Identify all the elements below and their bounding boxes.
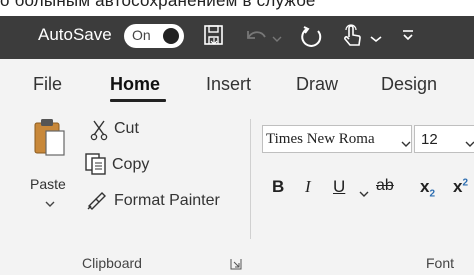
tab-file[interactable]: File [33,74,62,95]
undo-dropdown-icon[interactable] [272,30,282,48]
superscript-button[interactable]: x2 [453,177,468,197]
tab-draw[interactable]: Draw [296,74,338,95]
copy-button[interactable]: Copy [84,152,164,178]
copy-label: Copy [112,156,150,173]
redo-icon[interactable] [298,23,326,56]
title-bar: AutoSave On [0,16,474,59]
tab-home-underline [110,99,166,102]
save-icon[interactable] [202,23,226,54]
ribbon: Paste Cut Copy Format Painter Clipboard … [0,109,474,271]
font-size-dropdown-icon[interactable] [465,135,474,153]
autosave-toggle-state: On [132,27,151,43]
format-painter-label: Format Painter [114,192,220,209]
undo-icon[interactable] [244,23,270,54]
clipboard-dialog-launcher-icon[interactable] [230,257,242,275]
strikethrough-button[interactable]: ab [376,177,394,195]
ribbon-tabs: File Home Insert Draw Design [0,59,474,109]
subscript-mark: 2 [429,188,436,200]
touch-mode-dropdown-icon[interactable] [370,30,382,48]
paste-label: Paste [30,176,66,192]
font-size-value: 12 [421,131,438,148]
paste-icon [32,117,68,164]
tab-insert[interactable]: Insert [206,74,251,95]
cut-label: Cut [114,120,139,137]
bold-button[interactable]: B [272,177,284,197]
subscript-button[interactable]: x2 [420,177,435,199]
font-name-combobox[interactable]: Times New Roma [262,125,412,153]
underline-dropdown-icon[interactable] [359,185,369,203]
paste-dropdown-icon[interactable] [45,199,55,211]
group-separator [250,119,251,239]
superscript-mark: 2 [462,177,469,189]
touch-mode-icon[interactable] [340,23,364,56]
tab-design[interactable]: Design [381,74,437,95]
paste-button[interactable]: Paste [28,117,74,217]
autosave-toggle[interactable]: On [124,24,184,48]
underline-button[interactable]: U [333,177,345,197]
tab-home[interactable]: Home [110,74,160,95]
italic-button[interactable]: I [305,177,311,197]
toggle-knob [163,28,179,44]
copy-icon [84,152,108,181]
font-name-value: Times New Roma [266,131,375,147]
font-group-label: Font [426,255,455,271]
format-painter-button[interactable]: Format Painter [86,187,236,213]
autosave-label: AutoSave [38,25,112,44]
clipboard-group-label: Clipboard [82,255,142,271]
font-name-dropdown-icon[interactable] [401,135,411,153]
font-size-combobox[interactable]: 12 [414,125,474,153]
customize-toolbar-icon[interactable] [401,28,415,47]
caption-strip: о болыным автосохранением в службе [0,0,474,16]
format-painter-icon [86,189,108,216]
scissors-icon [90,119,110,146]
cut-button[interactable]: Cut [86,117,156,141]
caption-text: о болыным автосохранением в службе [0,0,316,10]
